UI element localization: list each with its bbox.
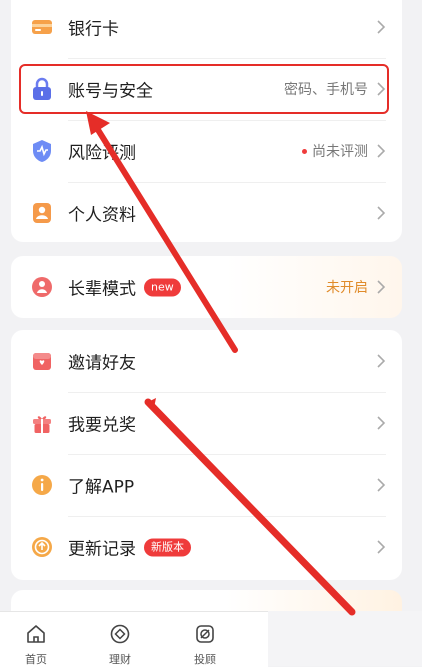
bottom-tab-bar: 首页 理财 投顾: [0, 611, 268, 667]
risk-status-text: 尚未评测: [312, 144, 368, 160]
chevron-right-icon: [377, 144, 386, 158]
update-log-label: 更新记录: [68, 539, 136, 560]
chevron-right-icon: [377, 20, 386, 34]
unread-dot: [302, 148, 307, 154]
home-icon: [27, 625, 45, 643]
tab-label: 理财: [109, 653, 131, 666]
menu-item-bank-card[interactable]: 银行卡: [11, 0, 402, 58]
menu-item-label: 风险评测: [68, 143, 136, 164]
more-section-card: 邀请好友 我要兑奖 了解APP 更新记录 新版本: [11, 330, 402, 580]
invite-gift-icon: [31, 350, 53, 372]
menu-item-label: 长辈模式 new: [68, 275, 181, 300]
tab-finance[interactable]: 理财: [90, 612, 150, 667]
tab-bar-background: [268, 611, 422, 666]
menu-item-elder-mode[interactable]: 长辈模式 new 未开启: [11, 256, 402, 318]
menu-item-label: 更新记录 新版本: [68, 535, 191, 560]
menu-item-label: 银行卡: [68, 19, 119, 40]
new-badge: new: [144, 278, 181, 296]
chevron-right-icon: [377, 416, 386, 430]
menu-item-redeem-prize[interactable]: 我要兑奖: [11, 392, 402, 454]
elder-icon: [31, 276, 53, 298]
menu-item-label: 个人资料: [68, 205, 136, 226]
advisor-icon: [196, 625, 214, 643]
elder-mode-status: 未开启: [326, 280, 368, 296]
menu-item-value: 尚未评测: [302, 141, 368, 161]
shield-check-icon: [31, 140, 53, 162]
menu-item-label: 我要兑奖: [68, 415, 136, 436]
tab-label: 投顾: [194, 653, 216, 666]
tab-advisor[interactable]: 投顾: [175, 612, 235, 667]
chevron-right-icon: [377, 354, 386, 368]
prize-gift-icon: [31, 412, 53, 434]
menu-item-personal-info[interactable]: 个人资料: [11, 182, 402, 242]
chevron-right-icon: [377, 478, 386, 492]
menu-item-risk-assessment[interactable]: 风险评测 尚未评测: [11, 120, 402, 182]
update-icon: [31, 536, 53, 558]
menu-item-label: 了解APP: [68, 477, 135, 498]
user-profile-icon: [31, 202, 53, 224]
elder-mode-card: 长辈模式 new 未开启: [11, 256, 402, 318]
bank-card-icon: [31, 16, 53, 38]
info-icon: [31, 474, 53, 496]
annotation-highlight-box: [19, 64, 389, 114]
finance-icon: [110, 624, 130, 644]
menu-item-about-app[interactable]: 了解APP: [11, 454, 402, 516]
menu-item-invite-friends[interactable]: 邀请好友: [11, 330, 402, 392]
chevron-right-icon: [377, 540, 386, 554]
elder-mode-label: 长辈模式: [68, 279, 136, 300]
menu-item-label: 邀请好友: [68, 353, 136, 374]
tab-home[interactable]: 首页: [6, 612, 66, 667]
account-section-card: 银行卡 账号与安全 密码、手机号 风险评测 尚未评测 个人资料: [11, 0, 402, 242]
tab-label: 首页: [25, 653, 47, 666]
chevron-right-icon: [377, 206, 386, 220]
chevron-right-icon: [377, 280, 386, 294]
new-version-badge: 新版本: [144, 538, 191, 556]
menu-item-update-log[interactable]: 更新记录 新版本: [11, 516, 402, 578]
